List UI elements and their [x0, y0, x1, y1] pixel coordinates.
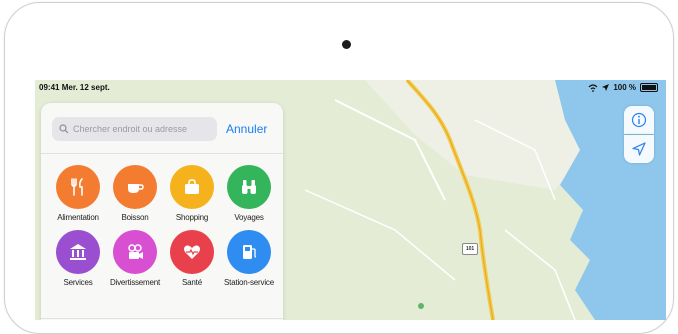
category-icon-circle: [170, 230, 214, 274]
info-button[interactable]: [624, 106, 654, 134]
category-label: Station-service: [224, 278, 274, 287]
binoculars-icon: [242, 180, 256, 194]
search-field[interactable]: Chercher endroit ou adresse: [52, 117, 217, 141]
category-icon-circle: [227, 230, 271, 274]
category-label: Services: [63, 278, 93, 287]
fork-knife-icon: [71, 178, 83, 196]
category-icon-circle: [56, 165, 100, 209]
locate-button[interactable]: [624, 135, 654, 163]
category-label: Voyages: [234, 213, 264, 222]
status-time: 09:41 Mer. 12 sept.: [39, 83, 110, 92]
category-label: Santé: [182, 278, 202, 287]
category-divertissement[interactable]: Divertissement: [105, 230, 165, 287]
category-boisson[interactable]: Boisson: [105, 165, 165, 222]
search-placeholder: Chercher endroit ou adresse: [73, 124, 188, 134]
status-bar: 09:41 Mer. 12 sept. 100 %: [35, 80, 666, 96]
heart-icon: [184, 245, 200, 259]
category-label: Alimentation: [57, 213, 99, 222]
category-label: Divertissement: [109, 278, 161, 287]
category-icon-circle: [170, 165, 214, 209]
category-label: Boisson: [121, 213, 149, 222]
ipad-device: 101 09:41 Mer. 12 sept. 100 % Chercher e…: [4, 2, 674, 334]
cancel-button[interactable]: Annuler: [226, 122, 267, 136]
category-voyages[interactable]: Voyages: [219, 165, 279, 222]
status-time-text: 09:41: [39, 83, 60, 92]
battery-percent: 100 %: [613, 83, 636, 92]
wifi-icon: [588, 83, 598, 92]
film-icon: [128, 244, 143, 259]
info-icon: [631, 112, 647, 128]
bag-icon: [185, 179, 199, 194]
category-label: Shopping: [175, 213, 209, 222]
divider: [41, 153, 283, 154]
search-panel: Chercher endroit ou adresse Annuler Alim…: [41, 103, 283, 320]
status-right: 100 %: [588, 83, 658, 92]
category-alimentation[interactable]: Alimentation: [48, 165, 108, 222]
bank-icon: [70, 244, 86, 260]
category-sante[interactable]: Santé: [162, 230, 222, 287]
status-date-text: Mer. 12 sept.: [61, 83, 110, 92]
search-icon: [59, 124, 69, 134]
category-icon-circle: [113, 165, 157, 209]
location-status-icon: [602, 84, 610, 91]
category-icon-circle: [56, 230, 100, 274]
location-arrow-icon: [632, 142, 646, 156]
battery-icon: [640, 83, 658, 92]
category-shopping[interactable]: Shopping: [162, 165, 222, 222]
screen: 101 09:41 Mer. 12 sept. 100 % Chercher e…: [35, 80, 666, 320]
category-station-service[interactable]: Station-service: [219, 230, 279, 287]
front-camera: [342, 40, 351, 49]
fuel-icon: [243, 245, 257, 259]
category-icon-circle: [113, 230, 157, 274]
divider: [41, 318, 283, 319]
category-services[interactable]: Services: [48, 230, 108, 287]
highway-shield: 101: [462, 243, 478, 255]
category-icon-circle: [227, 165, 271, 209]
cup-icon: [128, 184, 144, 193]
